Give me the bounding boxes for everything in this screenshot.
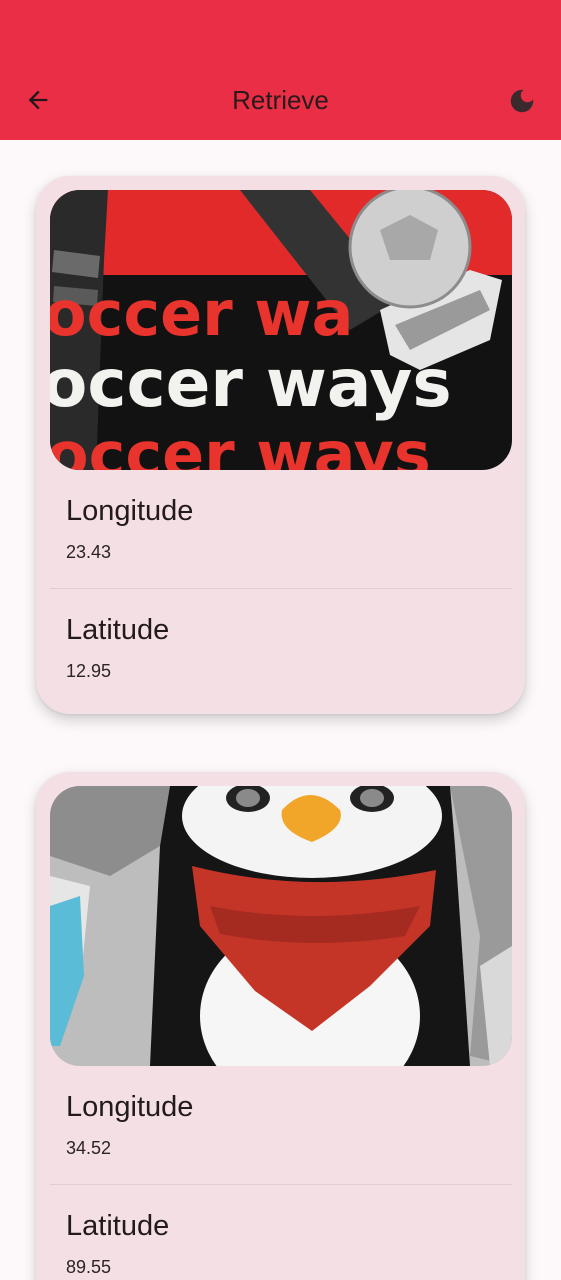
app-screen: Retrieve occer wa occer ways occer ways … [0,0,561,1280]
theme-toggle-button[interactable] [505,84,539,118]
latitude-value: 89.55 [66,1257,112,1277]
longitude-value: 34.52 [66,1138,112,1158]
latitude-label: Latitude [66,614,170,646]
record-photo: occer wa occer ways occer ways [50,190,512,470]
svg-text:occer ways: occer ways [50,418,431,470]
page-title: Retrieve [232,85,329,115]
soccer-poster-image: occer wa occer ways occer ways [50,190,512,470]
longitude-label: Longitude [66,1091,194,1123]
longitude-value: 23.43 [66,542,112,562]
row-divider [50,1184,512,1185]
longitude-label: Longitude [66,495,194,527]
record-card[interactable]: Longitude 34.52 Latitude 89.55 [36,772,525,1280]
svg-text:occer wa: occer wa [50,277,353,350]
latitude-value: 12.95 [66,661,112,681]
record-photo [50,786,512,1066]
svg-text:occer ways: occer ways [50,345,452,422]
penguin-mural-image [50,786,512,1066]
top-app-bar: Retrieve [0,0,561,140]
latitude-label: Latitude [66,1210,170,1242]
row-divider [50,588,512,589]
record-card[interactable]: occer wa occer ways occer ways Longitude… [36,176,525,714]
dark-mode-moon-icon [510,89,534,113]
